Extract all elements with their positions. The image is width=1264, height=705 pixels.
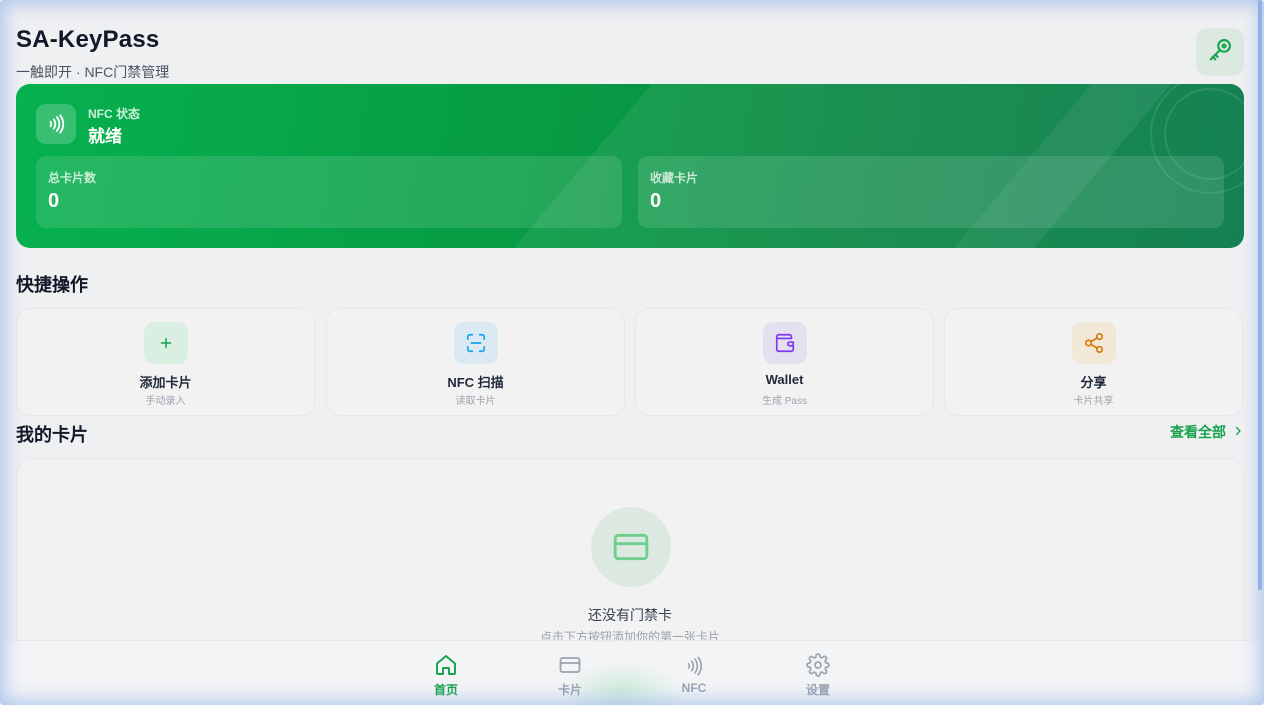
my-cards-title: 我的卡片: [16, 425, 88, 445]
scan-icon: [453, 322, 498, 364]
app-subtitle: 一触即开 · NFC门禁管理: [16, 64, 170, 80]
add-card-button[interactable]: 添加卡片 手动录入: [16, 308, 315, 416]
nfc-status-icon: [36, 104, 76, 144]
stat-value: 0: [48, 190, 60, 212]
nav-label: NFC: [681, 681, 707, 695]
key-icon: [1206, 36, 1234, 69]
nav-label: 卡片: [557, 683, 582, 697]
nfc-status-card: NFC 状态 就绪 总卡片数 0 收藏卡片 0: [16, 84, 1244, 248]
bottom-nav: 首页 卡片 NFC 设置: [2, 640, 1262, 705]
nav-cards[interactable]: 卡片: [530, 651, 610, 698]
nav-label: 设置: [805, 683, 830, 697]
share-icon: [1071, 322, 1116, 364]
plus-icon: [143, 322, 188, 364]
scrollbar[interactable]: [1258, 0, 1262, 590]
stat-label: 收藏卡片: [650, 171, 699, 185]
gear-icon: [778, 651, 858, 677]
share-button[interactable]: 分享 卡片共享: [944, 308, 1243, 416]
quick-action-sub: 卡片共享: [1073, 396, 1114, 407]
stat-favorite-cards: 收藏卡片 0: [638, 156, 1224, 228]
nav-label: 首页: [433, 683, 458, 697]
nav-home[interactable]: 首页: [406, 651, 486, 698]
empty-title: 还没有门禁卡: [588, 607, 672, 623]
nfc-status-label: NFC 状态: [88, 107, 140, 121]
quick-actions-title: 快捷操作: [16, 275, 88, 295]
home-icon: [406, 651, 486, 677]
app-title: SA-KeyPass: [16, 26, 160, 53]
stat-value: 0: [650, 190, 662, 212]
key-button[interactable]: [1196, 28, 1244, 76]
nfc-icon: [654, 651, 734, 677]
chevron-right-icon: [1232, 424, 1244, 440]
nfc-scan-button[interactable]: NFC 扫描 读取卡片: [326, 308, 625, 416]
quick-action-label: 分享: [1080, 375, 1107, 390]
quick-action-label: 添加卡片: [139, 375, 192, 390]
stat-label: 总卡片数: [48, 171, 97, 185]
quick-action-sub: 生成 Pass: [761, 396, 807, 407]
quick-action-label: Wallet: [765, 372, 804, 387]
view-all-label: 查看全部: [1170, 424, 1226, 440]
nav-settings[interactable]: 设置: [778, 651, 858, 698]
nfc-status-value: 就绪: [88, 127, 122, 146]
quick-action-sub: 读取卡片: [455, 396, 496, 407]
credit-card-icon: [591, 507, 671, 587]
stat-total-cards: 总卡片数 0: [36, 156, 622, 228]
wallet-button[interactable]: Wallet 生成 Pass: [635, 308, 934, 416]
quick-action-sub: 手动录入: [145, 396, 186, 407]
wallet-icon: [762, 322, 807, 364]
quick-action-label: NFC 扫描: [447, 375, 504, 390]
view-all-link[interactable]: 查看全部: [1170, 422, 1244, 442]
card-icon: [530, 651, 610, 677]
nav-nfc[interactable]: NFC: [654, 651, 734, 695]
